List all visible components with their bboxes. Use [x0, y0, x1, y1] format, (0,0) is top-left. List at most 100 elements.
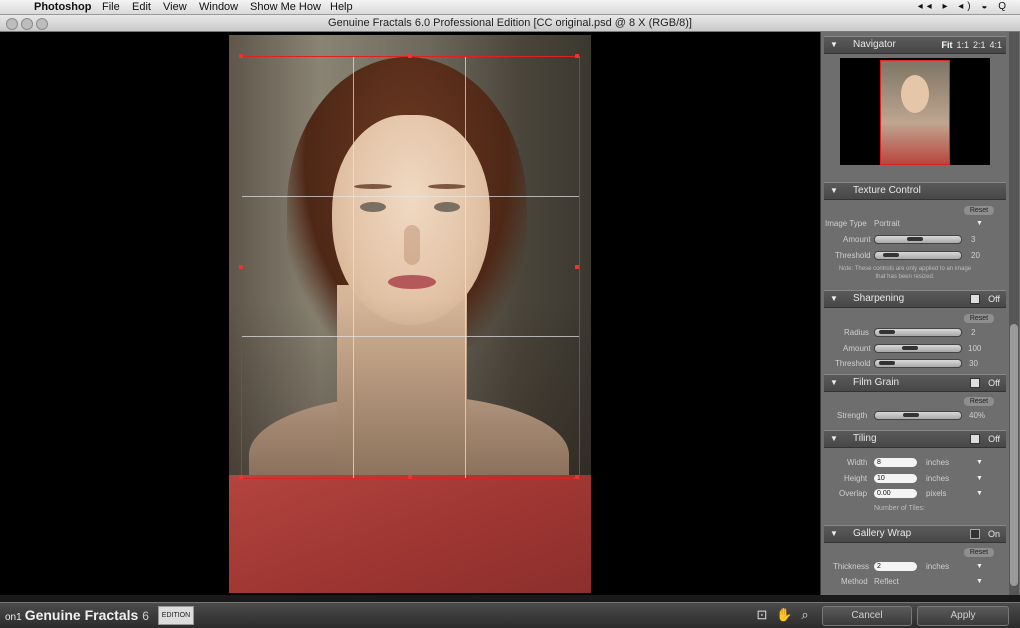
- chevron-down-icon[interactable]: ▼: [976, 563, 983, 570]
- disclosure-triangle-icon[interactable]: ▼: [830, 375, 838, 391]
- strength-value: 40%: [969, 411, 986, 420]
- image-canvas[interactable]: [0, 32, 820, 595]
- cancel-button[interactable]: Cancel: [822, 606, 912, 626]
- hand-tool-icon[interactable]: ✋: [776, 607, 792, 623]
- crop-handle[interactable]: [408, 54, 412, 58]
- sharpening-toggle[interactable]: [970, 294, 980, 304]
- crop-handle[interactable]: [575, 265, 579, 269]
- gallery-wrap-toggle[interactable]: [970, 529, 980, 539]
- tile-width-field[interactable]: 8: [874, 458, 917, 467]
- zoom-fit[interactable]: Fit: [941, 40, 952, 50]
- texture-amount-label: Amount: [843, 235, 871, 244]
- crop-handle[interactable]: [239, 265, 243, 269]
- disclosure-triangle-icon[interactable]: ▼: [830, 431, 838, 447]
- menu-bar: Photoshop File Edit View Window Show Me …: [0, 0, 1020, 15]
- bottom-toolbar: on1 Genuine Fractals 6 EDITION ⊡ ✋ ⌕ Cance…: [0, 602, 1020, 628]
- menu-file[interactable]: File: [102, 0, 120, 14]
- tile-height-field[interactable]: 10: [874, 474, 917, 483]
- texture-note: Note: These controls are only applied to…: [838, 266, 972, 280]
- method-select[interactable]: Reflect: [874, 577, 899, 586]
- tiling-toggle[interactable]: [970, 434, 980, 444]
- minimize-button[interactable]: [21, 18, 33, 30]
- tiling-title: Tiling: [853, 433, 877, 444]
- zoom-4-1[interactable]: 4:1: [989, 40, 1002, 50]
- menu-show-me-how[interactable]: Show Me How: [250, 0, 321, 14]
- panel-scrollbar[interactable]: [1009, 32, 1019, 595]
- sharpening-reset-button[interactable]: Reset: [964, 314, 994, 323]
- disclosure-triangle-icon[interactable]: ▼: [830, 291, 838, 307]
- chevron-down-icon[interactable]: ▼: [976, 475, 983, 482]
- texture-control-title: Texture Control: [853, 185, 921, 196]
- film-grain-reset-button[interactable]: Reset: [964, 397, 994, 406]
- texture-threshold-value: 20: [971, 251, 980, 260]
- crop-tool-icon[interactable]: ⊡: [754, 607, 770, 623]
- menu-edit[interactable]: Edit: [132, 0, 151, 14]
- zoom-button[interactable]: [36, 18, 48, 30]
- tile-width-label: Width: [847, 458, 868, 467]
- settings-panel: ▼ Navigator Fit 1:1 2:1 4:1 ▼ Texture Contr…: [820, 32, 1020, 595]
- tile-width-unit-select[interactable]: inches: [926, 458, 949, 467]
- disclosure-triangle-icon[interactable]: ▼: [830, 37, 838, 53]
- crop-handle[interactable]: [408, 475, 412, 479]
- radius-label: Radius: [844, 328, 869, 337]
- texture-threshold-slider[interactable]: [874, 251, 962, 260]
- tile-height-label: Height: [844, 474, 868, 483]
- brand-name: Genuine Fractals: [24, 607, 139, 623]
- sharpening-amount-value: 100: [968, 344, 982, 353]
- window-title-bar: Genuine Fractals 6.0 Professional Editio…: [0, 15, 1020, 32]
- sharpening-state: Off: [988, 294, 1000, 304]
- crop-handle[interactable]: [575, 475, 579, 479]
- navigator-header[interactable]: ▼ Navigator Fit 1:1 2:1 4:1: [824, 36, 1006, 54]
- menu-help[interactable]: Help: [330, 0, 353, 14]
- chevron-down-icon[interactable]: ▼: [976, 220, 983, 227]
- texture-amount-slider[interactable]: [874, 235, 962, 244]
- disclosure-triangle-icon[interactable]: ▼: [830, 183, 838, 199]
- gallery-wrap-header[interactable]: ▼ Gallery Wrap On: [824, 525, 1006, 543]
- disclosure-triangle-icon[interactable]: ▼: [830, 526, 838, 542]
- thickness-unit-select[interactable]: inches: [926, 562, 949, 571]
- radius-slider[interactable]: [874, 328, 962, 337]
- zoom-2-1[interactable]: 2:1: [973, 40, 986, 50]
- close-button[interactable]: [6, 18, 18, 30]
- strength-slider[interactable]: [874, 411, 962, 420]
- chevron-down-icon[interactable]: ▼: [976, 459, 983, 466]
- sharpening-amount-slider[interactable]: [874, 344, 962, 353]
- chevron-down-icon[interactable]: ▼: [976, 490, 983, 497]
- scrollbar-thumb[interactable]: [1010, 324, 1018, 586]
- menu-view[interactable]: View: [163, 0, 187, 14]
- overlap-field[interactable]: 0.00: [874, 489, 917, 498]
- menu-window[interactable]: Window: [199, 0, 238, 14]
- crop-handle[interactable]: [239, 475, 243, 479]
- film-grain-header[interactable]: ▼ Film Grain Off: [824, 374, 1006, 392]
- strength-label: Strength: [837, 411, 868, 420]
- thickness-field[interactable]: 2: [874, 562, 917, 571]
- radius-value: 2: [971, 328, 976, 337]
- zoom-options: Fit 1:1 2:1 4:1: [937, 37, 1002, 53]
- window-title: Genuine Fractals 6.0 Professional Editio…: [328, 17, 692, 29]
- menu-app-name[interactable]: Photoshop: [34, 0, 91, 14]
- navigator-thumbnail[interactable]: [840, 58, 990, 165]
- sharpening-amount-label: Amount: [843, 344, 871, 353]
- tile-height-unit-select[interactable]: inches: [926, 474, 949, 483]
- sharpening-threshold-slider[interactable]: [874, 359, 962, 368]
- thickness-label: Thickness: [833, 562, 870, 571]
- tiling-header[interactable]: ▼ Tiling Off: [824, 430, 1006, 448]
- tiling-state: Off: [988, 434, 1000, 444]
- chevron-down-icon[interactable]: ▼: [976, 578, 983, 585]
- crop-handle[interactable]: [575, 54, 579, 58]
- zoom-tool-icon[interactable]: ⌕: [797, 607, 813, 623]
- method-label: Method: [841, 577, 868, 586]
- sharpening-threshold-label: Threshold: [835, 359, 871, 368]
- gallery-wrap-reset-button[interactable]: Reset: [964, 548, 994, 557]
- zoom-1-1[interactable]: 1:1: [956, 40, 969, 50]
- texture-control-header[interactable]: ▼ Texture Control: [824, 182, 1006, 200]
- film-grain-toggle[interactable]: [970, 378, 980, 388]
- overlap-unit-select[interactable]: pixels: [926, 489, 946, 498]
- texture-reset-button[interactable]: Reset: [964, 206, 994, 215]
- crop-handle[interactable]: [239, 54, 243, 58]
- sharpening-header[interactable]: ▼ Sharpening Off: [824, 290, 1006, 308]
- overlap-label: Overlap: [839, 489, 868, 498]
- image-type-select[interactable]: Portrait: [874, 219, 900, 228]
- apply-button[interactable]: Apply: [917, 606, 1009, 626]
- crop-box[interactable]: [239, 54, 580, 479]
